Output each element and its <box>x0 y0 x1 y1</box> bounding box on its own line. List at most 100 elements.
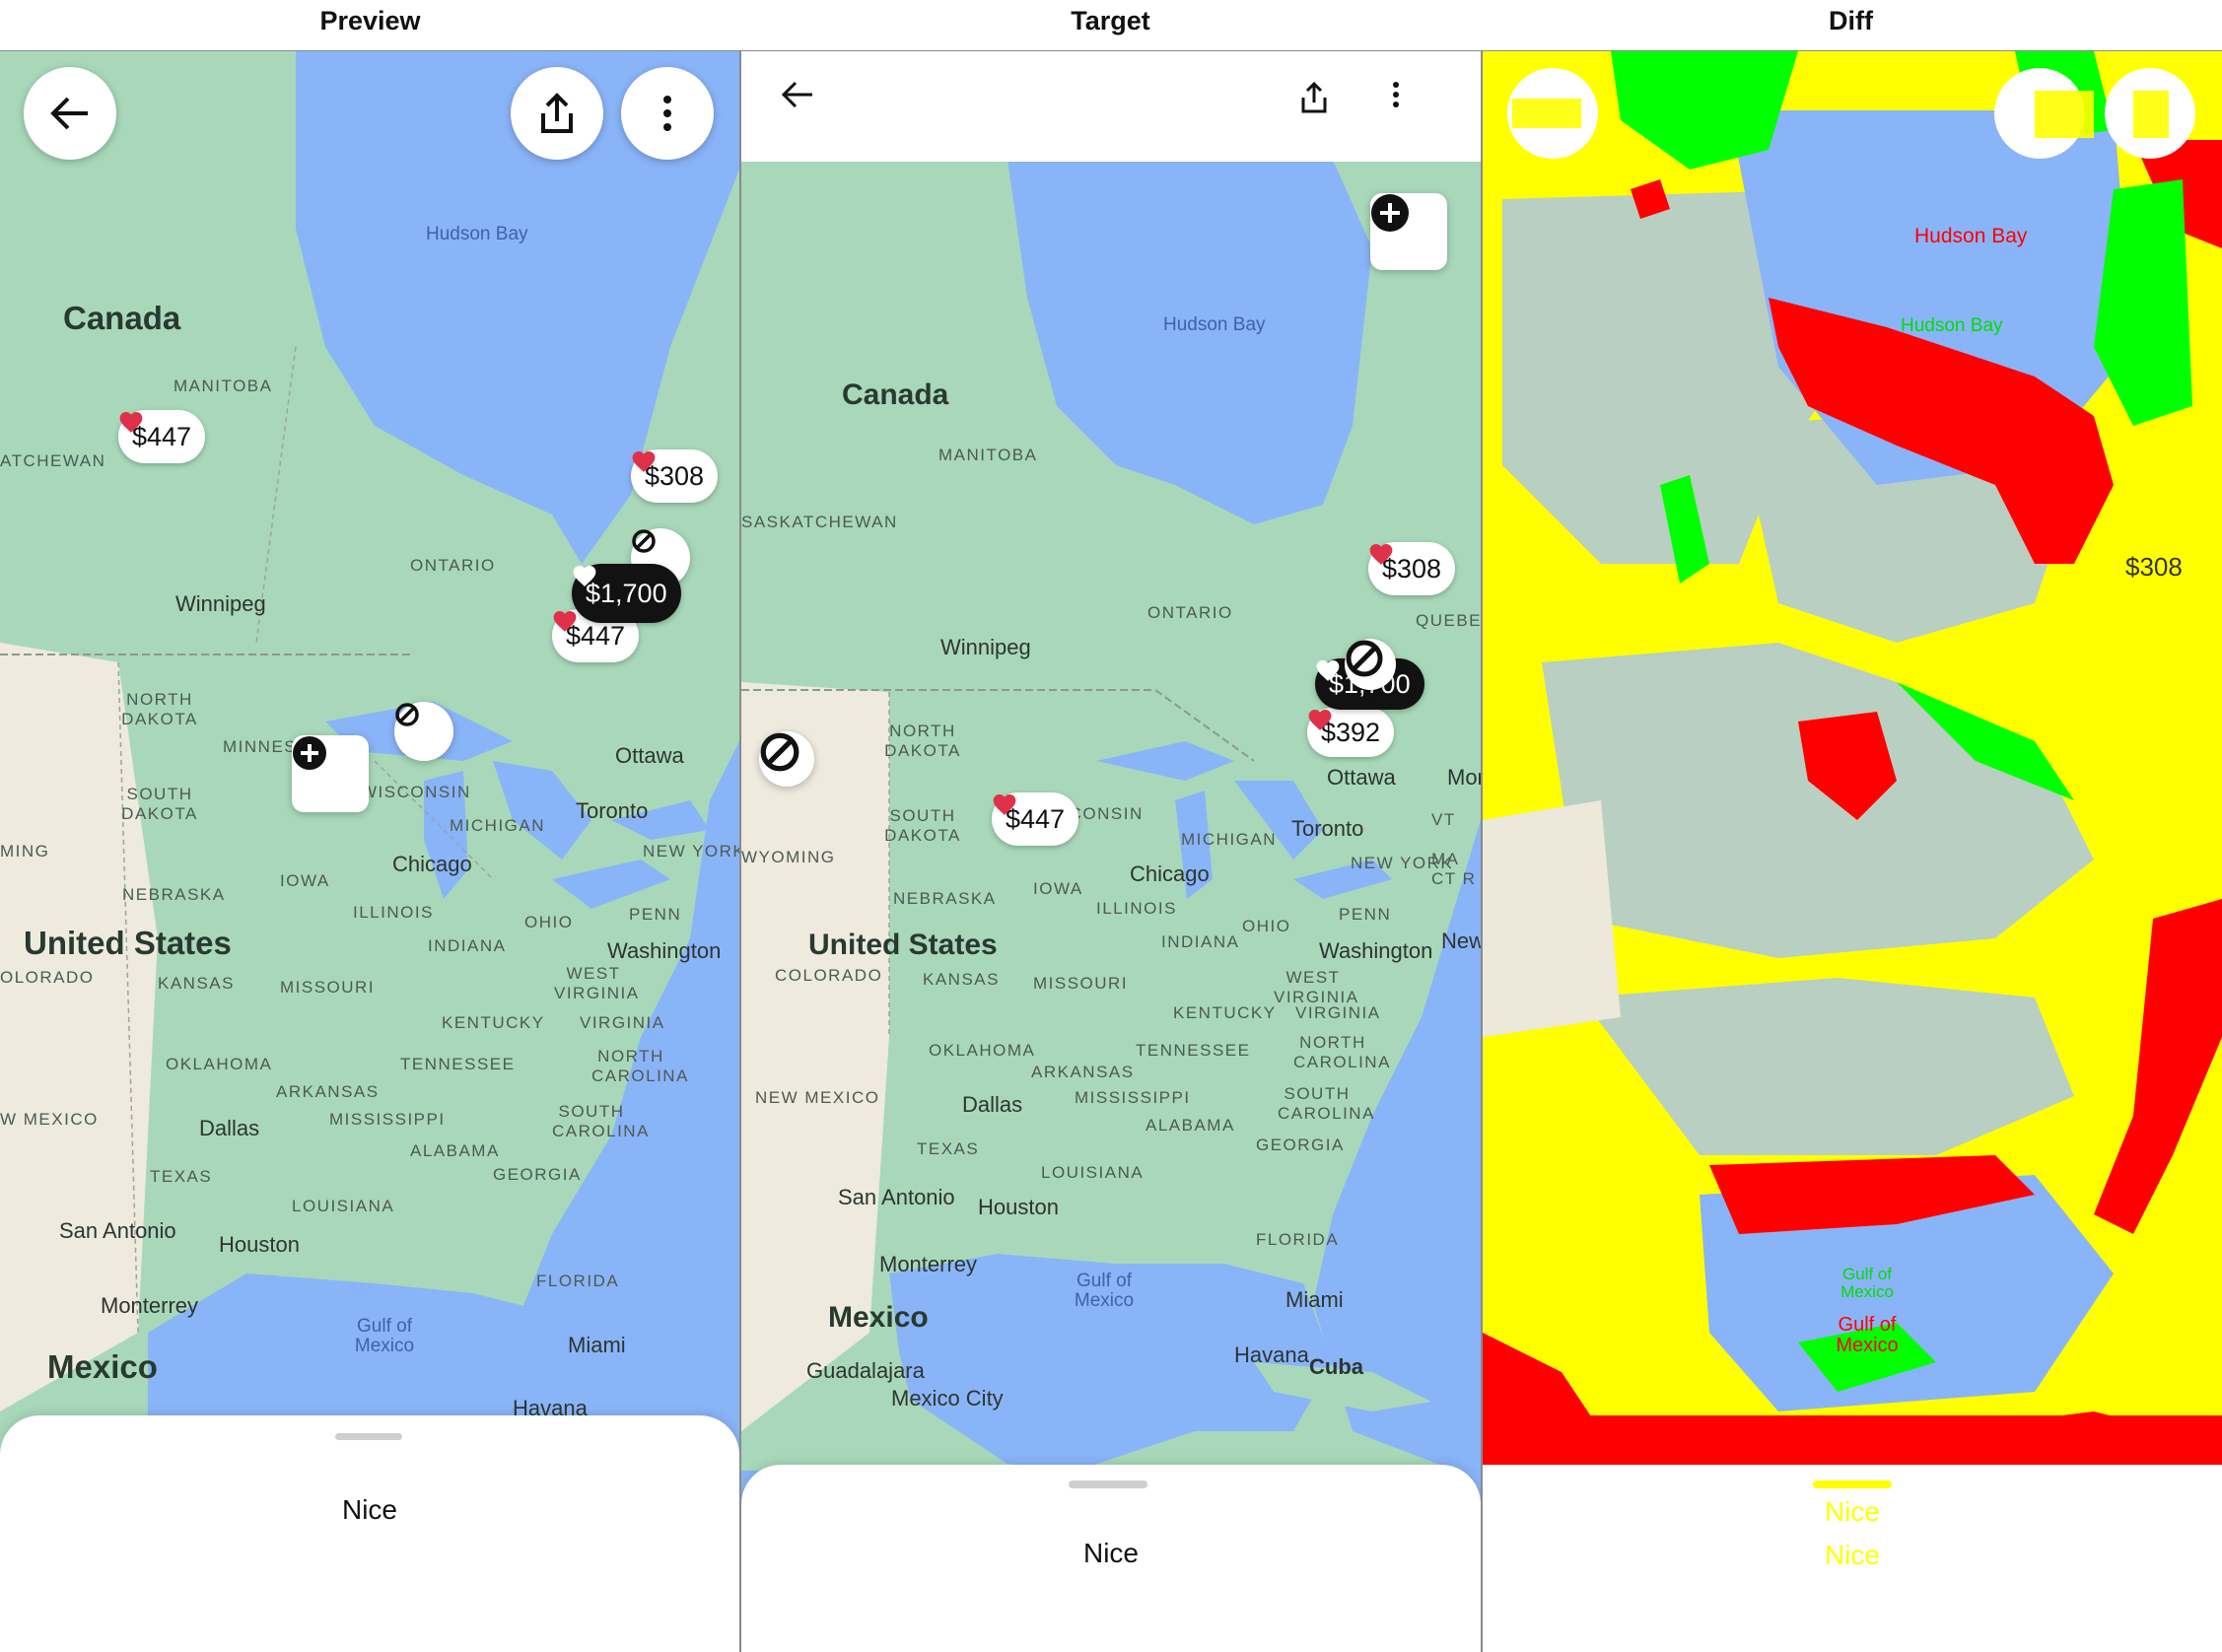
price-pin-308[interactable]: $308 <box>1368 542 1456 595</box>
plus-icon <box>1371 194 1409 232</box>
label-penn: PENN <box>629 905 682 924</box>
sheet-grab-handle[interactable] <box>1069 1480 1147 1488</box>
blocked-pin[interactable] <box>759 731 814 787</box>
label-san-antonio: San Antonio <box>838 1185 955 1209</box>
heart-icon <box>993 794 1016 815</box>
share-button[interactable] <box>511 67 603 160</box>
label-alabama: ALABAMA <box>1146 1116 1235 1135</box>
price-pin-447[interactable]: $447 <box>992 792 1079 846</box>
more-vertical-icon <box>1393 82 1399 107</box>
blocked-pin[interactable] <box>1345 639 1396 690</box>
price-pin-1700[interactable]: $1,700 <box>572 564 681 623</box>
label-ma: MA <box>1431 850 1460 868</box>
heart-icon <box>632 451 656 472</box>
label-mississippi: MISSISSIPPI <box>1075 1088 1191 1107</box>
diff-sheet-text-preview: Nice <box>1824 1496 1880 1527</box>
label-ottawa: Ottawa <box>615 743 684 769</box>
price-pin-308[interactable]: $308 <box>631 449 719 503</box>
map-canvas <box>741 51 1481 1652</box>
panel-title-diff: Diff <box>1829 6 1873 35</box>
diff-sheet-text-target: Nice <box>1824 1540 1880 1570</box>
panel-title-target: Target <box>1071 6 1150 35</box>
label-virginia: VIRGINIA <box>580 1013 665 1032</box>
label-florida: FLORIDA <box>536 1272 620 1290</box>
label-winnipeg: Winnipeg <box>175 591 266 616</box>
label-north-dakota: NORTH DAKOTA <box>884 722 961 760</box>
label-south-dakota: SOUTH DAKOTA <box>121 785 198 823</box>
label-wyoming: WYOMING <box>741 848 836 866</box>
label-chicago: Chicago <box>392 852 472 876</box>
bottom-sheet[interactable]: Nice <box>0 1415 739 1652</box>
price-pin-392[interactable]: $392 <box>1307 708 1395 757</box>
label-hudson-bay: Hudson Bay <box>1163 314 1266 335</box>
more-vertical-icon <box>663 96 671 131</box>
label-vt: VT <box>1431 810 1456 829</box>
share-button[interactable] <box>1299 81 1349 130</box>
label-saskatchewan: SASKATCHEWAN <box>741 513 898 531</box>
label-south-dakota: SOUTH DAKOTA <box>884 806 961 845</box>
label-iowa: IOWA <box>280 871 330 890</box>
block-icon <box>760 732 799 772</box>
label-oklahoma: OKLAHOMA <box>929 1041 1036 1060</box>
price-pin-447[interactable]: $447 <box>118 410 206 463</box>
label-north-carolina: NORTH CAROLINA <box>591 1047 689 1085</box>
label-new-york: NEW YORK <box>643 842 739 860</box>
label-mississippi: MISSISSIPPI <box>329 1110 446 1129</box>
label-south-carolina: SOUTH CAROLINA <box>552 1102 650 1140</box>
label-cuba: Cuba <box>1309 1354 1363 1379</box>
label-michigan: MICHIGAN <box>450 816 545 835</box>
label-nebraska: NEBRASKA <box>122 885 226 904</box>
label-indiana: INDIANA <box>1161 932 1240 951</box>
label-kansas: KANSAS <box>923 970 1000 989</box>
label-san-antonio: San Antonio <box>59 1218 176 1243</box>
label-texas: TEXAS <box>917 1139 980 1158</box>
label-tennessee: TENNESSEE <box>400 1055 516 1073</box>
add-pin-button[interactable] <box>1370 193 1447 270</box>
label-mexico: Mexico <box>47 1348 158 1385</box>
sheet-grab-handle[interactable] <box>335 1433 402 1440</box>
label-miami: Miami <box>568 1333 626 1357</box>
label-washington: Washington <box>607 938 722 963</box>
label-monterrey: Monterrey <box>101 1293 199 1318</box>
label-toronto: Toronto <box>1291 816 1364 841</box>
label-illinois: ILLINOIS <box>353 903 434 922</box>
label-colorado: COLORADO <box>775 966 883 985</box>
label-havana: Havana <box>1234 1342 1309 1367</box>
label-arkansas: ARKANSAS <box>1031 1063 1135 1081</box>
label-new: New <box>1441 929 1481 953</box>
more-button[interactable] <box>1392 81 1441 130</box>
block-icon <box>632 529 656 553</box>
preview-panel: Hudson Bay Canada MANITOBA ATCHEWAN ONTA… <box>0 51 739 1652</box>
label-kentucky: KENTUCKY <box>1173 1003 1277 1022</box>
label-canada: Canada <box>842 379 949 411</box>
map-view[interactable]: Hudson Bay Canada MANITOBA SASKATCHEWAN … <box>741 51 1481 1652</box>
diff-label-hudson-bay-target: Hudson Bay <box>1901 315 2003 336</box>
label-georgia: GEORGIA <box>493 1165 582 1184</box>
price-pin-label: $1,700 <box>586 578 667 608</box>
diff-label-gulf-preview: Gulf of Mexico <box>1836 1314 1899 1356</box>
back-arrow-icon <box>781 81 812 108</box>
bottom-sheet[interactable]: Nice <box>741 1465 1481 1652</box>
blocked-pin[interactable] <box>394 702 453 761</box>
label-virginia: VIRGINIA <box>1295 1003 1381 1022</box>
diff-canvas <box>1483 51 2222 1652</box>
back-button[interactable] <box>24 67 116 160</box>
label-north-dakota: NORTH DAKOTA <box>121 690 198 728</box>
label-kentucky: KENTUCKY <box>442 1013 545 1032</box>
add-pin-button[interactable] <box>292 735 369 812</box>
label-new-mexico: NEW MEXICO <box>755 1088 880 1107</box>
label-manitoba: MANITOBA <box>938 446 1038 464</box>
back-button[interactable] <box>781 81 830 130</box>
heart-icon <box>553 611 577 632</box>
map-view[interactable]: Hudson Bay Canada MANITOBA ATCHEWAN ONTA… <box>0 51 739 1652</box>
diff-label-hudson-bay-preview: Hudson Bay <box>1914 225 2028 247</box>
label-united-states: United States <box>808 929 998 961</box>
label-ontario: ONTARIO <box>1147 603 1233 622</box>
label-georgia: GEORGIA <box>1256 1136 1345 1154</box>
label-united-states: United States <box>24 925 232 961</box>
share-icon <box>541 93 573 133</box>
label-houston: Houston <box>219 1232 300 1257</box>
more-button[interactable] <box>621 67 714 160</box>
label-mexico-city: Mexico City <box>891 1386 1004 1411</box>
diff-panel: Hudson Bay Hudson Bay Gulf of Mexico Gul… <box>1483 51 2222 1652</box>
